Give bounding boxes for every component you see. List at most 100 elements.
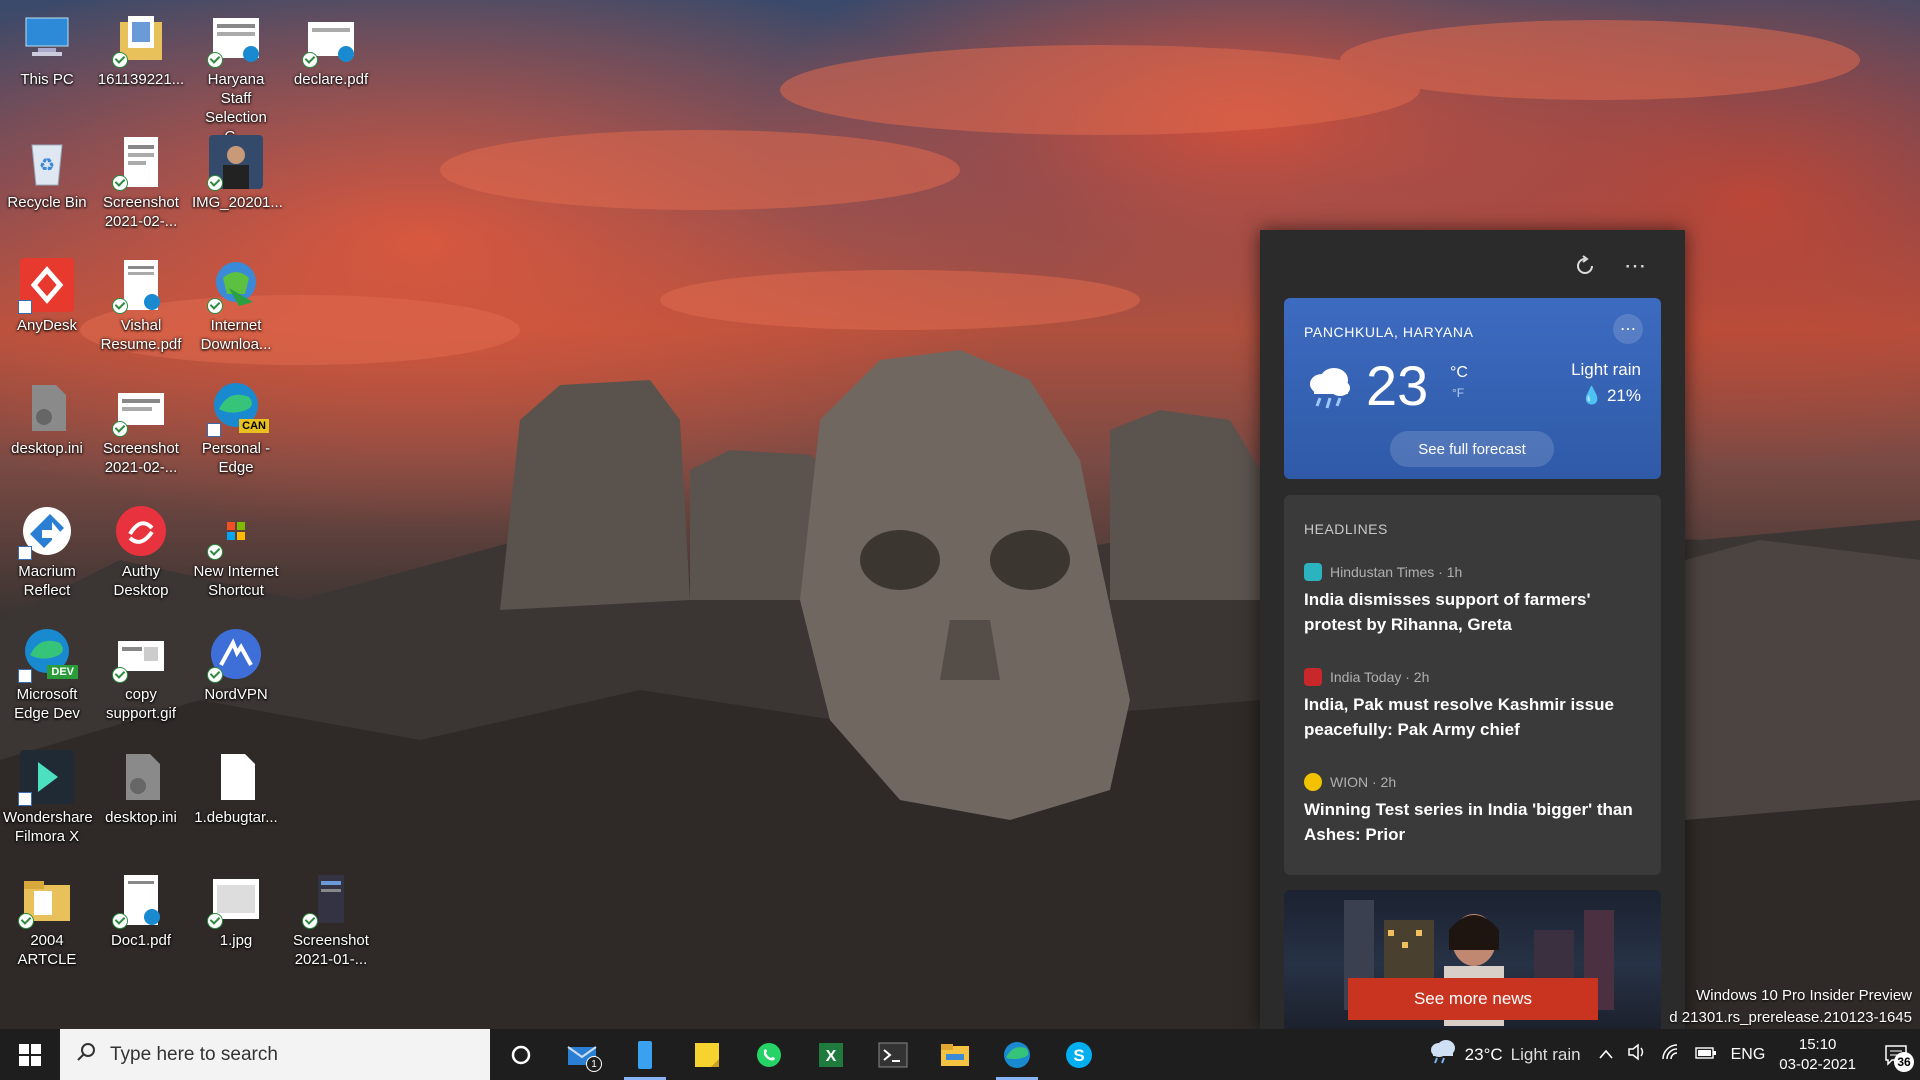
svg-text:S: S <box>1073 1046 1084 1065</box>
precipitation-value: 21% <box>1606 386 1641 405</box>
action-center-button[interactable]: 36 <box>1872 1029 1920 1080</box>
story-headline: Winning Test series in India 'bigger' th… <box>1304 800 1633 844</box>
desktop-icon-filmora[interactable]: Wondershare Filmora X <box>1 740 93 852</box>
search-icon <box>76 1042 96 1068</box>
news-flyout: ⋯ PANCHKULA, HARYANA ⋯ 23 °C °F Light ra… <box>1260 230 1685 1030</box>
desktop-icon-doc1[interactable]: Doc1.pdf <box>95 863 187 975</box>
desktop-icon-personal-edge[interactable]: CAN Personal - Edge <box>190 371 282 483</box>
pdf-file-icon <box>112 258 168 314</box>
desktop-icon-screenshot-3[interactable]: Screenshot 2021-01-... <box>285 863 377 975</box>
desktop-icon-haryana-staff[interactable]: Haryana Staff Selection C... <box>190 2 282 145</box>
excel-icon[interactable]: X <box>800 1029 862 1080</box>
droplet-icon: 💧 <box>1581 386 1603 405</box>
svg-text:♻: ♻ <box>39 155 55 175</box>
pdf-file-icon <box>112 873 168 929</box>
image-file-icon <box>112 381 168 437</box>
rain-cloud-icon <box>1304 366 1354 409</box>
pdf-file-icon <box>302 12 358 68</box>
weather-temperature: 23 <box>1366 354 1429 417</box>
internet-download-manager-icon <box>207 258 263 314</box>
speaker-icon[interactable] <box>1627 1043 1647 1066</box>
desktop-icon-debugtar[interactable]: 1.debugtar... <box>190 740 282 852</box>
phone-icon[interactable] <box>614 1029 676 1080</box>
svg-text:X: X <box>826 1048 837 1065</box>
weather-condition: Light rain <box>1571 360 1641 379</box>
desktop-icon-desktop-ini-2[interactable]: desktop.ini <box>95 740 187 852</box>
desktop-icon-new-internet-shortcut[interactable]: New Internet Shortcut <box>190 494 282 606</box>
desktop-icon-macrium-reflect[interactable]: Macrium Reflect <box>1 494 93 606</box>
video-news-card[interactable]: See more news <box>1284 890 1661 1030</box>
recycle-bin-icon: ♻ <box>20 135 74 189</box>
more-options-icon[interactable]: ⋯ <box>1619 250 1651 282</box>
story-source: India Today · 2h <box>1330 669 1430 685</box>
mail-icon[interactable]: 1 <box>552 1029 614 1080</box>
desktop-icon-anydesk[interactable]: AnyDesk <box>1 248 93 360</box>
can-badge: CAN <box>239 419 269 433</box>
chevron-up-icon[interactable] <box>1598 1046 1613 1064</box>
system-tray: 23°C Light rain ENG 15:10 03-02-2021 36 <box>1427 1029 1920 1080</box>
news-story[interactable]: India Today · 2h India, Pak must resolve… <box>1304 668 1644 742</box>
taskbar-clock[interactable]: 15:10 03-02-2021 <box>1779 1035 1856 1075</box>
weather-card[interactable]: PANCHKULA, HARYANA ⋯ 23 °C °F Light rain… <box>1284 298 1661 479</box>
desktop-icon-2004-artcle[interactable]: 2004 ARTCLE <box>1 863 93 975</box>
desktop-icon-desktop-ini[interactable]: desktop.ini <box>1 371 93 483</box>
start-button[interactable] <box>0 1029 60 1080</box>
whatsapp-icon[interactable] <box>738 1029 800 1080</box>
see-more-news-button[interactable]: See more news <box>1348 978 1598 1020</box>
clock-time: 15:10 <box>1798 1035 1837 1053</box>
file-explorer-icon[interactable] <box>924 1029 986 1080</box>
desktop-icon-authy[interactable]: Authy Desktop <box>95 494 187 606</box>
unit-celsius[interactable]: °C <box>1450 364 1468 382</box>
headlines-card: HEADLINES Hindustan Times · 1h India dis… <box>1284 495 1661 875</box>
weather-more-icon[interactable]: ⋯ <box>1613 314 1643 344</box>
windows-start-icon <box>19 1043 41 1066</box>
rain-cloud-icon <box>1427 1039 1457 1070</box>
desktop-icon-1-jpg[interactable]: 1.jpg <box>190 863 282 975</box>
gear-file-icon <box>114 750 168 804</box>
macrium-reflect-icon <box>18 504 74 560</box>
blank-file-icon <box>209 750 263 804</box>
authy-icon <box>114 504 168 558</box>
pdf-file-icon <box>207 12 263 68</box>
desktop-icon-recycle-bin[interactable]: ♻ Recycle Bin <box>1 125 93 237</box>
desktop-icon-copy-support[interactable]: copy support.gif <box>95 617 187 729</box>
news-story[interactable]: Hindustan Times · 1h India dismisses sup… <box>1304 563 1644 637</box>
tray-temperature: 23°C <box>1464 1044 1503 1064</box>
cortana-icon[interactable] <box>490 1029 552 1080</box>
weather-location: PANCHKULA, HARYANA <box>1304 324 1474 340</box>
story-headline: India, Pak must resolve Kashmir issue pe… <box>1304 695 1614 739</box>
flyout-header: ⋯ <box>1260 230 1685 298</box>
desktop-icon-screenshot-2[interactable]: Screenshot 2021-02-... <box>95 371 187 483</box>
battery-icon[interactable] <box>1694 1046 1717 1064</box>
taskbar-search-box[interactable]: Type here to search <box>60 1029 490 1080</box>
unit-fahrenheit[interactable]: °F <box>1452 386 1464 400</box>
image-file-icon <box>207 873 263 929</box>
refresh-icon[interactable] <box>1569 250 1601 282</box>
desktop-icon-this-pc[interactable]: This PC <box>1 2 93 114</box>
image-file-icon <box>302 873 358 929</box>
headlines-title: HEADLINES <box>1304 521 1388 537</box>
gif-file-icon <box>112 627 168 683</box>
edge-dev-icon: DEV <box>18 627 78 683</box>
desktop-icon-nordvpn[interactable]: NordVPN <box>190 617 282 729</box>
tray-condition: Light rain <box>1510 1044 1581 1064</box>
desktop-icon-edge-dev[interactable]: DEV Microsoft Edge Dev <box>1 617 93 729</box>
desktop-icon-internet-download[interactable]: Internet Downloa... <box>190 248 282 360</box>
desktop-icon-screenshot-1[interactable]: Screenshot 2021-02-... <box>95 125 187 237</box>
language-indicator[interactable]: ENG <box>1731 1046 1766 1064</box>
desktop-icon-vishal-resume[interactable]: Vishal Resume.pdf <box>95 248 187 360</box>
hindustan-times-logo-icon <box>1304 563 1322 581</box>
skype-icon[interactable]: S <box>1048 1029 1110 1080</box>
desktop-icon-161139221[interactable]: 161139221... <box>95 2 187 114</box>
terminal-icon[interactable] <box>862 1029 924 1080</box>
edge-dev-icon[interactable] <box>986 1029 1048 1080</box>
sticky-notes-icon[interactable] <box>676 1029 738 1080</box>
taskbar-weather[interactable]: 23°C Light rain <box>1427 1039 1581 1070</box>
desktop-icon-img-20201[interactable]: IMG_20201... <box>190 125 283 237</box>
see-full-forecast-button[interactable]: See full forecast <box>1390 431 1554 467</box>
story-headline: India dismisses support of farmers' prot… <box>1304 590 1591 634</box>
desktop-icon-declare-pdf[interactable]: declare.pdf <box>285 2 377 114</box>
wifi-icon[interactable] <box>1661 1043 1681 1066</box>
filmora-icon <box>18 750 74 806</box>
news-story[interactable]: WION · 2h Winning Test series in India '… <box>1304 773 1644 847</box>
